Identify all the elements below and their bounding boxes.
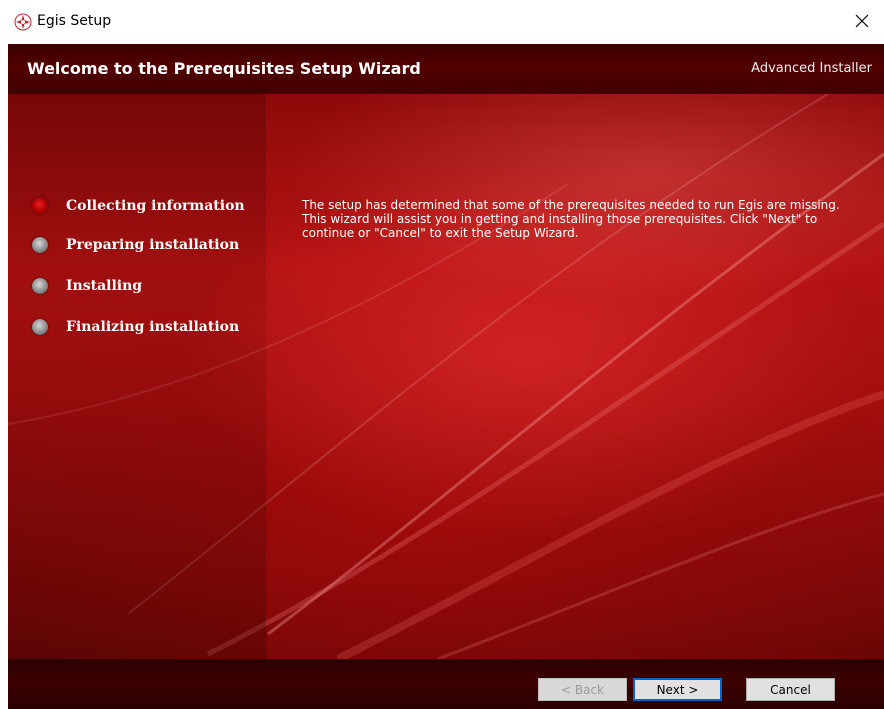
step-installing: Installing xyxy=(32,275,142,297)
cancel-button[interactable]: Cancel xyxy=(746,678,835,701)
step-label: Installing xyxy=(66,278,143,294)
wizard-title: Welcome to the Prerequisites Setup Wizar… xyxy=(27,59,421,78)
step-label: Collecting information xyxy=(66,198,245,214)
close-button[interactable] xyxy=(840,0,884,44)
step-pending-indicator-icon xyxy=(32,278,48,294)
step-label: Preparing installation xyxy=(66,237,240,253)
step-label: Finalizing installation xyxy=(66,319,240,335)
message-line: The setup has determined that some of th… xyxy=(302,198,840,212)
step-preparing-installation: Preparing installation xyxy=(32,234,239,256)
step-pending-indicator-icon xyxy=(32,237,48,253)
back-button[interactable]: < Back xyxy=(538,678,627,701)
app-icon xyxy=(14,13,32,31)
step-collecting-information: Collecting information xyxy=(32,195,245,217)
close-icon xyxy=(855,13,869,32)
title-bar: Egis Setup xyxy=(0,0,884,44)
brand-label: Advanced Installer xyxy=(751,61,872,76)
step-pending-indicator-icon xyxy=(32,319,48,335)
step-finalizing-installation: Finalizing installation xyxy=(32,316,239,338)
step-active-indicator-icon xyxy=(32,198,48,214)
wizard-message: The setup has determined that some of th… xyxy=(302,198,862,240)
setup-window: Egis Setup Welcome to the Prerequisites … xyxy=(0,0,884,709)
wizard-content: Collecting information Preparing install… xyxy=(8,94,884,659)
window-title: Egis Setup xyxy=(37,13,112,29)
wizard-header: Welcome to the Prerequisites Setup Wizar… xyxy=(8,44,884,94)
message-line: continue or "Cancel" to exit the Setup W… xyxy=(302,226,579,240)
next-button[interactable]: Next > xyxy=(633,678,722,701)
steps-panel: Collecting information Preparing install… xyxy=(8,94,266,659)
message-line: This wizard will assist you in getting a… xyxy=(302,212,818,226)
wizard-footer: < Back Next > Cancel xyxy=(8,659,884,709)
